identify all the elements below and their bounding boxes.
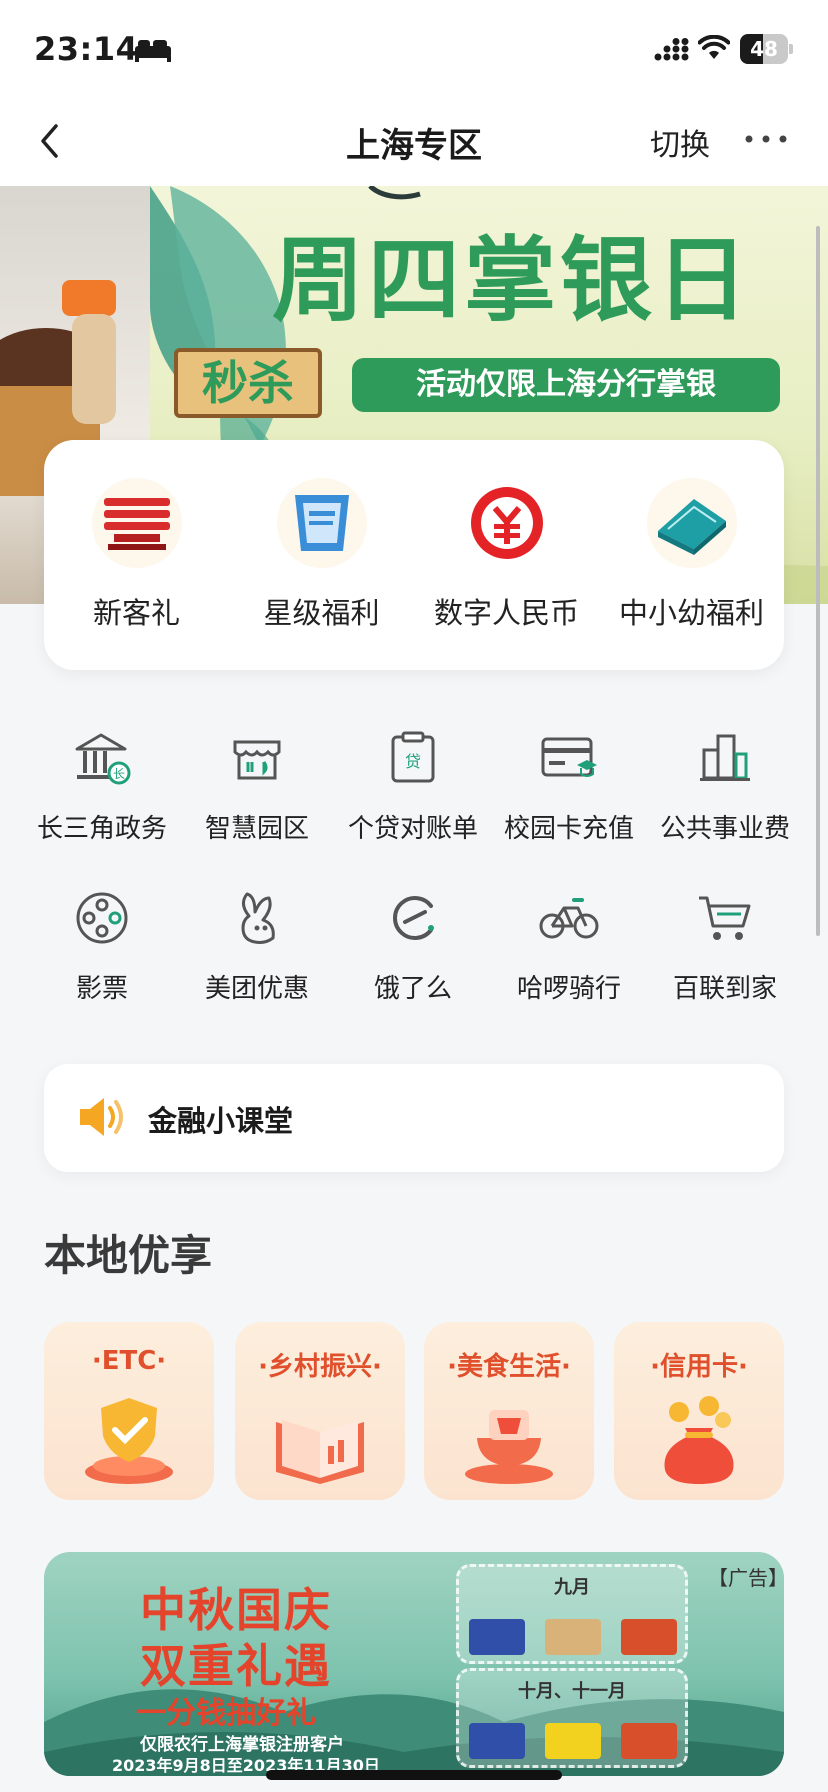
local-item-credit-card[interactable]: ·信用卡· [614,1322,784,1500]
finance-class-label: 金融小课堂 [148,1104,294,1138]
money-bag-icon [664,1396,734,1484]
featured-card: 新客礼 星级福利 数字人民币 中小幼福利 [44,440,784,670]
ad-banner[interactable]: 【广告】 中秋国庆 双重礼遇 一分钱抽好礼 仅限农行上海掌银注册客户 2023年… [44,1552,784,1776]
food-bowl-icon [465,1410,553,1484]
local-item-food[interactable]: ·美食生活· [424,1322,594,1500]
bed-icon [135,40,171,62]
open-book-icon [276,1420,364,1484]
teal-building-icon [646,478,737,568]
home-indicator[interactable] [266,1770,562,1780]
service-label: 饿了么 [373,974,452,1004]
loan-clipboard-icon: 贷 [333,726,493,790]
service-item-meituan[interactable]: 美团优惠 [177,886,337,1005]
shield-check-icon [85,1398,173,1484]
service-item-utilities[interactable]: 公共事业费 [645,726,805,845]
featured-item-digital-yuan[interactable]: 数字人民币 [414,478,599,632]
service-item-movie-tickets[interactable]: 影票 [22,886,182,1005]
service-label: 校园卡充值 [503,814,634,844]
cellular-signal-icon [654,38,689,61]
store-icon [177,726,337,790]
ad-tag: 【广告】 [708,1566,784,1590]
cart-icon [645,886,805,950]
ad-product-images [469,1619,677,1655]
service-label: 影票 [75,974,128,1004]
service-item-loan-statement[interactable]: 贷 个贷对账单 [333,726,493,845]
featured-label: 中小幼福利 [618,596,764,630]
banner-scope-tag: 活动仅限上海分行掌银 [352,358,780,412]
svg-text:长: 长 [113,767,125,781]
service-item-hello-bike[interactable]: 哈啰骑行 [489,886,649,1005]
local-item-label: ·信用卡· [650,1352,748,1382]
ad-box-label: 十月、十一月 [518,1681,626,1702]
banner-flash-sale-tag: 秒杀 [174,348,322,418]
ad-box-label: 九月 [554,1577,590,1598]
service-item-smart-park[interactable]: 智慧园区 [177,726,337,845]
red-building-icon [91,478,182,568]
local-item-label: ·乡村振兴· [258,1352,382,1382]
service-label: 智慧园区 [204,814,309,844]
featured-label: 新客礼 [92,596,180,630]
government-icon: 长 [22,726,182,790]
status-time: 23:14 [34,30,139,68]
service-label: 百联到家 [672,974,777,1004]
featured-item-kids-benefit[interactable]: 中小幼福利 [599,478,784,632]
local-item-etc[interactable]: ·ETC· [44,1322,214,1500]
digital-yuan-icon [461,478,552,568]
local-item-rural[interactable]: ·乡村振兴· [235,1322,405,1500]
bicycle-icon [489,886,649,950]
nav-bar: 上海专区 切换 [0,96,828,186]
more-options-icon[interactable] [744,134,788,144]
film-reel-icon [22,886,182,950]
campus-card-icon [489,726,649,790]
service-grid: 长 长三角政务 智慧园区 贷 个贷对账单 校园卡充值 公共事业费 影票 美团优惠… [0,726,828,1026]
ad-title-line2: 双重礼遇 [140,1639,332,1693]
status-bar: 23:14 48 [0,0,828,96]
eleme-icon [333,886,493,950]
finance-class-bar[interactable]: 金融小课堂 [44,1064,784,1172]
featured-item-star-benefit[interactable]: 星级福利 [229,478,414,632]
service-label: 长三角政务 [36,814,167,844]
service-label: 哈啰骑行 [516,974,621,1004]
service-label: 个贷对账单 [347,814,478,844]
service-label: 美团优惠 [204,974,309,1004]
banner-headline: 周四掌银日 [272,226,753,334]
ad-subtitle: 一分钱抽好礼 [136,1696,316,1731]
featured-label: 星级福利 [263,596,380,630]
ad-october-box: 十月、十一月 [456,1668,688,1768]
scrollbar[interactable] [816,226,820,936]
service-item-eleme[interactable]: 饿了么 [333,886,493,1005]
kangaroo-icon [177,886,337,950]
wifi-icon [698,35,730,59]
featured-label: 数字人民币 [433,596,579,630]
service-item-government[interactable]: 长 长三角政务 [22,726,182,845]
speaker-icon [80,1098,123,1136]
svg-text:贷: 贷 [405,752,421,771]
service-item-campus-card[interactable]: 校园卡充值 [489,726,649,845]
ad-september-box: 九月 [456,1564,688,1664]
switch-region-button[interactable]: 切换 [650,120,710,164]
service-item-bailian[interactable]: 百联到家 [645,886,805,1005]
blue-card-icon [276,478,367,568]
featured-item-new-customer[interactable]: 新客礼 [44,478,229,632]
utilities-building-icon [645,726,805,790]
local-section-title: 本地优享 [44,1231,213,1280]
battery-percent: 48 [750,37,778,61]
local-item-label: ·美食生活· [447,1352,571,1382]
ad-product-images [469,1723,677,1759]
battery-indicator: 48 [740,34,793,64]
service-label: 公共事业费 [659,814,790,844]
local-item-label: ·ETC· [91,1346,167,1376]
